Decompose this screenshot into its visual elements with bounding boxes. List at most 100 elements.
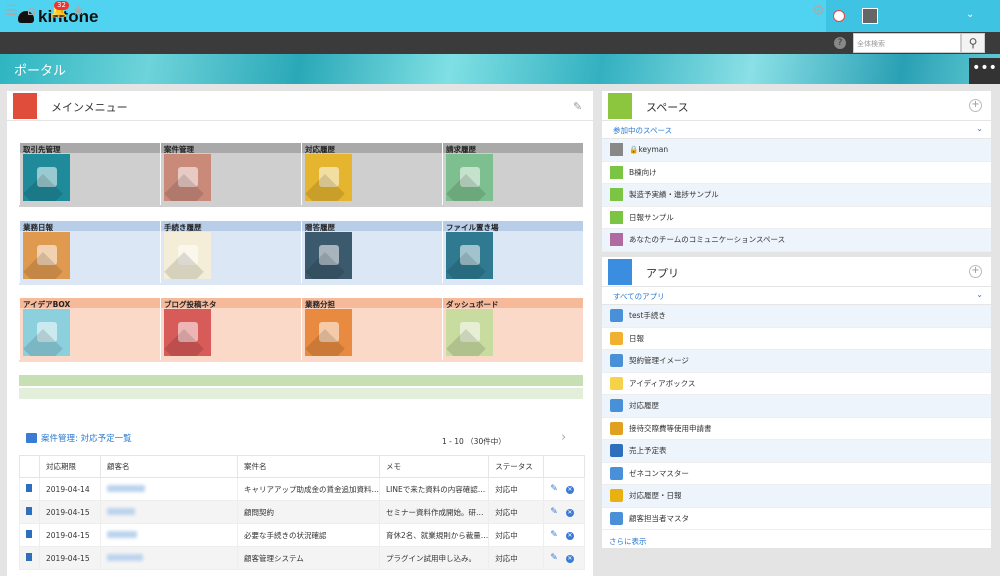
- search-icon[interactable]: ⚲: [961, 33, 985, 53]
- notification-count: 32: [54, 1, 69, 10]
- record-table: 対応期限 顧客名 案件名 メモ ステータス 2019-04-14 キャリアアップ…: [19, 455, 585, 570]
- table-header: [543, 455, 585, 478]
- space-item[interactable]: 日報サンプル: [602, 207, 991, 229]
- app-tile[interactable]: アイデアBOX: [19, 298, 160, 360]
- space-item[interactable]: B棟向け: [602, 162, 991, 184]
- space-thumbnail-icon: [610, 165, 623, 179]
- edit-icon[interactable]: ✎: [573, 100, 582, 113]
- space-item[interactable]: あなたのチームのコミュニケーションスペース: [602, 229, 991, 252]
- add-space-icon[interactable]: +: [969, 99, 982, 112]
- table-cell[interactable]: [19, 500, 40, 524]
- app-tile[interactable]: 手続き履歴: [160, 221, 301, 283]
- app-item[interactable]: 契約管理イメージ: [602, 350, 991, 373]
- app-item[interactable]: 対応履歴: [602, 395, 991, 418]
- table-cell: プラグイン試用申し込み。: [378, 546, 490, 570]
- table-cell: [100, 500, 238, 524]
- app-tile[interactable]: ダッシュボード: [442, 298, 583, 360]
- table-cell: [100, 523, 238, 547]
- app-tile[interactable]: 贈答履歴: [301, 221, 442, 283]
- island-icon: [23, 309, 70, 356]
- app-item[interactable]: アイディアボックス: [602, 373, 991, 395]
- delete-icon[interactable]: ✕: [565, 532, 574, 540]
- app-item[interactable]: test手続き: [602, 305, 991, 328]
- spaces-header: スペース +: [602, 91, 991, 121]
- table-row[interactable]: 2019-04-14 キャリアアップ助成金の賃金追加資料… LINEで来た資料の…: [19, 477, 585, 501]
- document-icon[interactable]: [26, 553, 32, 561]
- gear-icon[interactable]: ⚙: [812, 3, 825, 19]
- app-item-label: test手続き: [629, 311, 666, 321]
- edit-icon[interactable]: ✎: [550, 484, 558, 494]
- app-tile[interactable]: ブログ投稿ネタ: [160, 298, 301, 360]
- app-tile[interactable]: 取引先管理: [19, 143, 160, 205]
- table-cell: キャリアアップ助成金の賃金追加資料…: [237, 477, 380, 501]
- table-cell[interactable]: [19, 523, 40, 547]
- app-thumbnail-icon: [610, 511, 623, 525]
- table-cell: 2019-04-14: [39, 477, 101, 501]
- table-cell: 2019-04-15: [39, 500, 101, 524]
- app-tile[interactable]: 対応履歴: [301, 143, 442, 205]
- apps-header: アプリ +: [602, 257, 991, 287]
- app-item[interactable]: 売上予定表: [602, 440, 991, 463]
- more-options-button[interactable]: •••: [969, 58, 1000, 84]
- space-item[interactable]: 🔒keyman: [602, 139, 991, 162]
- space-thumbnail-icon: [610, 143, 623, 157]
- main-menu-header: メインメニュー: [7, 91, 593, 121]
- page-title: ポータル: [14, 64, 67, 79]
- space-thumbnail-icon: [610, 188, 623, 202]
- table-cell: [100, 477, 238, 501]
- menu-icon[interactable]: ☰: [5, 3, 18, 19]
- space-thumbnail-icon: [610, 233, 623, 247]
- app-item[interactable]: 日報: [602, 328, 991, 350]
- document-icon[interactable]: [26, 530, 32, 538]
- table-row[interactable]: 2019-04-15 必要な手続きの状況確認 育休2名、就業規則から裁量… 対応…: [19, 523, 585, 547]
- show-more-link[interactable]: さらに表示: [602, 530, 991, 547]
- app-item[interactable]: 対応履歴・日報: [602, 485, 991, 508]
- app-tile[interactable]: 請求履歴: [442, 143, 583, 205]
- app-tile[interactable]: 業務分担: [301, 298, 442, 360]
- add-app-icon[interactable]: +: [969, 265, 982, 278]
- space-item[interactable]: 製造予実績・進捗サンプル: [602, 184, 991, 207]
- star-icon[interactable]: ★: [72, 3, 85, 19]
- document-icon[interactable]: [26, 507, 32, 515]
- help-icon[interactable]: ?: [834, 37, 846, 49]
- nav-bar: [0, 32, 1000, 54]
- delete-icon[interactable]: ✕: [565, 486, 574, 494]
- table-cell: 2019-04-15: [39, 546, 101, 570]
- app-item[interactable]: 顧客担当者マスタ: [602, 508, 991, 530]
- briefcase-icon: [305, 154, 352, 201]
- delete-icon[interactable]: ✕: [565, 555, 574, 563]
- chevron-down-icon[interactable]: ⌄: [966, 9, 974, 20]
- app-item[interactable]: ゼネコンマスター: [602, 463, 991, 485]
- app-tile[interactable]: 案件管理: [160, 143, 301, 205]
- table-cell[interactable]: [19, 477, 40, 501]
- document-icon[interactable]: [26, 484, 32, 492]
- edit-icon[interactable]: ✎: [550, 553, 558, 563]
- search-input[interactable]: 全体検索: [853, 33, 961, 53]
- app-item[interactable]: 接待交際費等使用申請書: [602, 418, 991, 440]
- folder-icon: [446, 232, 493, 279]
- app-tile[interactable]: ファイル置き場: [442, 221, 583, 283]
- app-tile[interactable]: 業務日報: [19, 221, 160, 283]
- edit-icon[interactable]: ✎: [550, 530, 558, 540]
- home-icon[interactable]: ⌂: [27, 3, 36, 19]
- edit-icon[interactable]: ✎: [550, 507, 558, 517]
- app-thumbnail-icon: [610, 309, 623, 323]
- list-icon: [26, 433, 37, 443]
- record-list-title[interactable]: 案件管理: 対応予定一覧: [41, 432, 132, 444]
- avatar[interactable]: [862, 8, 878, 24]
- chevron-down-icon: ⌄: [976, 290, 983, 299]
- table-row[interactable]: 2019-04-15 顧客管理システム プラグイン試用申し込み。 対応中 ✎ ✕: [19, 546, 585, 570]
- app-thumbnail-icon: [610, 489, 623, 503]
- table-cell[interactable]: [19, 546, 40, 570]
- spaces-filter[interactable]: 参加中のスペース ⌄: [602, 121, 991, 139]
- notification-icon[interactable]: [833, 10, 845, 22]
- chevron-right-icon[interactable]: ›: [561, 430, 566, 445]
- coffee-icon: [164, 309, 211, 356]
- apps-filter[interactable]: すべてのアプリ ⌄: [602, 287, 991, 305]
- table-header: 顧客名: [100, 455, 238, 478]
- clipboard-icon: [164, 232, 211, 279]
- table-row[interactable]: 2019-04-15 顧問契約 セミナー資料作成開始。研… 対応中 ✎ ✕: [19, 500, 585, 524]
- apps-filter-label: すべてのアプリ: [613, 292, 665, 301]
- table-cell: 対応中: [488, 546, 545, 570]
- delete-icon[interactable]: ✕: [565, 509, 574, 517]
